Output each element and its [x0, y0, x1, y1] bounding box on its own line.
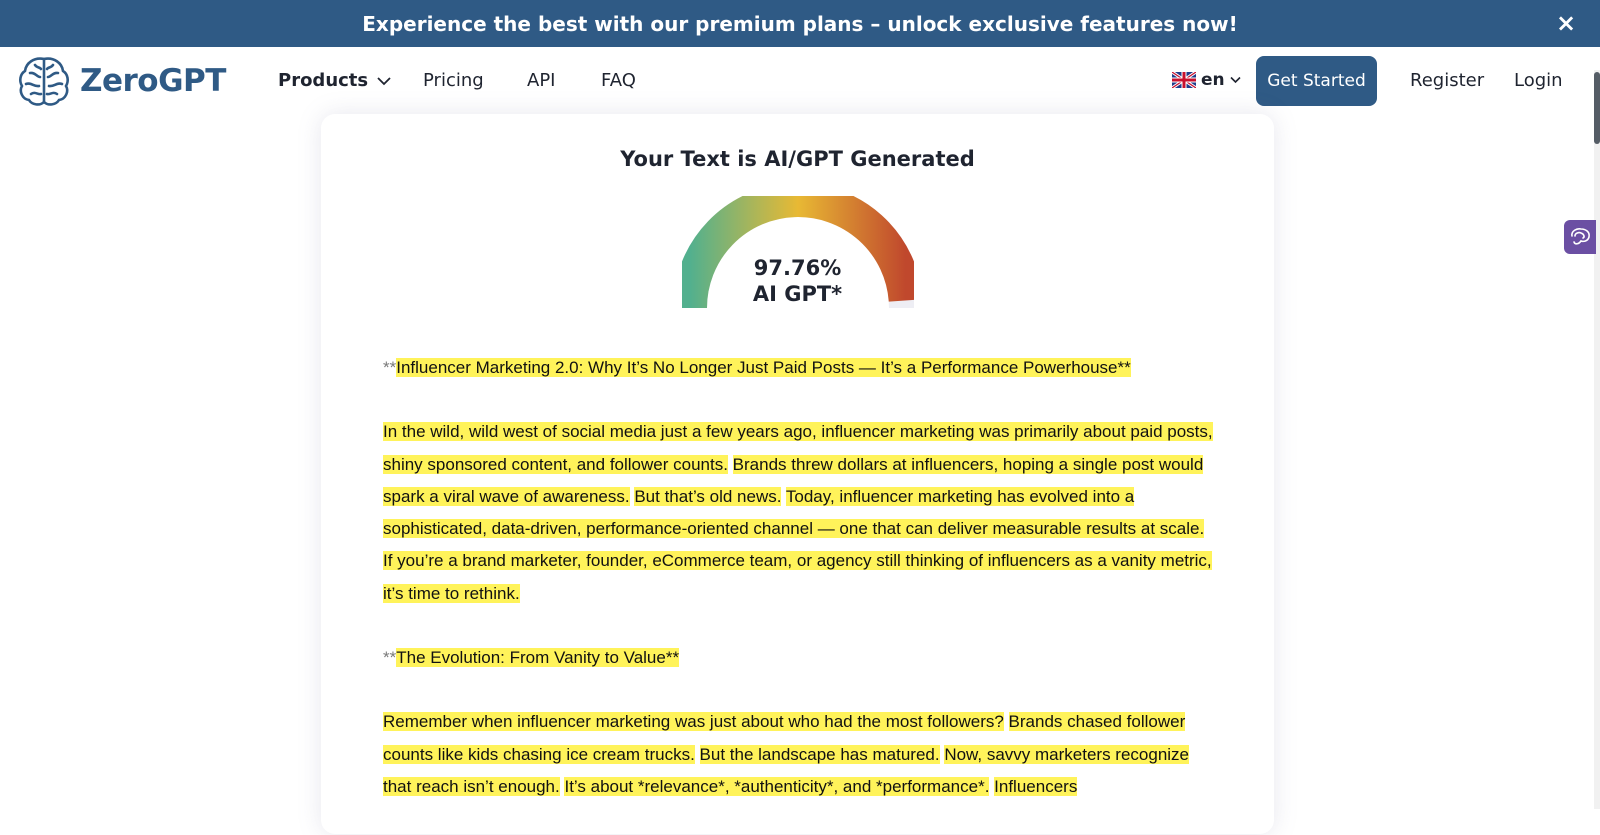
side-widget-button[interactable]: [1564, 220, 1596, 254]
language-code: en: [1201, 70, 1225, 90]
chevron-down-icon: [1230, 76, 1241, 84]
logo[interactable]: ZeroGPT: [16, 53, 226, 109]
result-title: Your Text is AI/GPT Generated: [620, 147, 975, 171]
nav-register[interactable]: Register: [1410, 70, 1484, 91]
brand-name: ZeroGPT: [80, 63, 226, 99]
nav-products[interactable]: Products: [278, 70, 392, 91]
result-card: Your Text is AI/GPT Generated 97.76% AI …: [321, 114, 1274, 834]
ai-percentage: 97.76%: [753, 256, 842, 280]
highlighted-sentence: If you’re a brand marketer, founder, eCo…: [383, 551, 1212, 603]
nav-products-label: Products: [278, 70, 369, 91]
brain-logo-icon: [19, 57, 69, 106]
get-started-button[interactable]: Get Started: [1256, 56, 1377, 106]
heading-1: **Influencer Marketing 2.0: Why It’s No …: [383, 352, 1213, 384]
language-selector[interactable]: en: [1172, 70, 1241, 90]
brain-icon: [1571, 228, 1590, 245]
scrollbar-thumb[interactable]: [1594, 72, 1600, 144]
highlighted-sentence: It’s about *relevance*, *authenticity*, …: [564, 776, 990, 796]
top-navbar: ZeroGPT Products Pricing API FAQ en Get …: [0, 47, 1600, 117]
nav-faq[interactable]: FAQ: [601, 70, 636, 91]
uk-flag-icon: [1172, 72, 1196, 88]
nav-api[interactable]: API: [527, 70, 555, 91]
highlighted-sentence: The Evolution: From Vanity to Value**: [396, 648, 680, 668]
highlighted-sentence: But that’s old news.: [634, 486, 782, 506]
analyzed-text: **Influencer Marketing 2.0: Why It’s No …: [383, 352, 1213, 835]
heading-2: **The Evolution: From Vanity to Value**: [383, 642, 1213, 674]
nav-login[interactable]: Login: [1514, 70, 1563, 91]
close-icon[interactable]: ×: [1554, 11, 1578, 35]
nav-pricing[interactable]: Pricing: [423, 70, 484, 91]
highlighted-sentence: Influencer Marketing 2.0: Why It’s No Lo…: [396, 358, 1131, 377]
promo-banner: Experience the best with our premium pla…: [0, 0, 1600, 47]
heading-marker: **: [383, 648, 397, 668]
ai-label: AI GPT*: [752, 282, 843, 306]
promo-text: Experience the best with our premium pla…: [362, 11, 1238, 36]
highlighted-sentence: But the landscape has matured.: [699, 744, 940, 764]
highlighted-sentence: Remember when influencer marketing was j…: [383, 712, 1004, 732]
scrollbar-track[interactable]: [1594, 70, 1600, 809]
highlighted-sentence: Influencers: [994, 776, 1078, 796]
heading-marker: **: [383, 358, 397, 377]
paragraph-2: Remember when influencer marketing was j…: [383, 706, 1213, 803]
paragraph-1: In the wild, wild west of social media j…: [383, 416, 1213, 610]
chevron-down-icon: [377, 77, 392, 86]
